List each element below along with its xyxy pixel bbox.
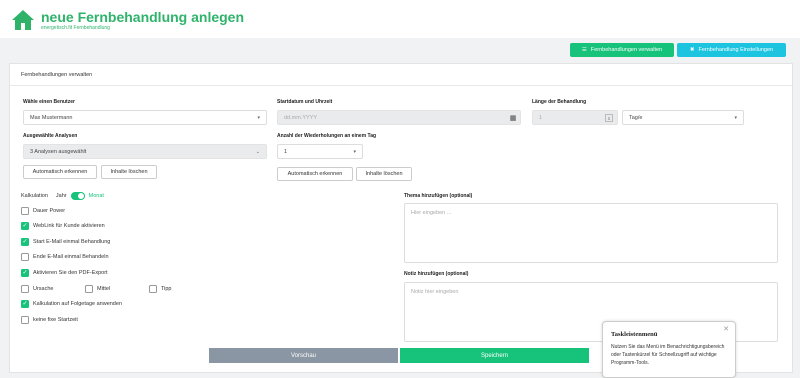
repeat-label: Anzahl der Wiederholungen an einem Tag [277, 133, 377, 139]
calendar-icon[interactable]: ▦ [506, 111, 520, 124]
analyses-select[interactable]: 3 Analysen ausgewählt ⌄ [23, 144, 267, 159]
close-icon[interactable]: ✕ [723, 325, 729, 333]
checkbox-mittel[interactable]: Mittel [85, 285, 110, 293]
toggle-right-label: Monat [88, 193, 104, 199]
home-logo-icon [12, 10, 34, 30]
checkbox-end-email[interactable]: Ende E-Mail einmal Behandeln [21, 253, 109, 261]
checkbox-pdf-export[interactable]: ✓ Aktivieren Sie den PDF-Export [21, 269, 108, 277]
length-input[interactable]: 1 ⇕ [532, 110, 618, 125]
save-button[interactable]: Speichern [400, 348, 589, 363]
checkbox-icon[interactable] [149, 285, 157, 293]
checkbox-keine-startzeit[interactable]: keine fixe Startzeit [21, 316, 78, 324]
user-label: Wähle einen Benutzer [23, 99, 75, 105]
note-label: Notiz hinzufügen (optional) [404, 271, 469, 277]
taskbar-menu-tooltip: ✕ Taskleistenmenü Nutzen Sie das Menü im… [602, 321, 736, 378]
caret-icon: ▾ [257, 115, 260, 121]
analyses-clear-button[interactable]: Inhalte löschen [101, 165, 157, 179]
length-unit-select[interactable]: Tag/e ▾ [622, 110, 744, 125]
start-label: Startdatum und Uhrzeit [277, 99, 333, 105]
checkbox-icon[interactable] [21, 285, 29, 293]
checkbox-tipp[interactable]: Tipp [149, 285, 172, 293]
checkbox-ursache[interactable]: Ursache [21, 285, 53, 293]
card-title: Fernbehandlungen verwalten [21, 72, 93, 78]
checkbox-dauer-power[interactable]: Dauer Power [21, 207, 65, 215]
checkbox-folgetage[interactable]: ✓ Kalkulation auf Folgetage anwenden [21, 300, 122, 308]
checkbox-icon[interactable] [21, 316, 29, 324]
toggle-left-label: Jahr [55, 193, 67, 199]
checkbox-checked-icon[interactable]: ✓ [21, 269, 29, 277]
caret-icon: ▾ [734, 115, 737, 121]
caret-icon: ▾ [353, 149, 356, 155]
repeat-clear-button[interactable]: Inhalte löschen [356, 167, 412, 181]
calculation-toggle[interactable] [70, 192, 85, 200]
user-select[interactable]: Max Mustermann ▾ [23, 110, 267, 125]
start-date-input[interactable]: dd.mm.YYYY ▦ [277, 110, 521, 125]
topic-label: Thema hinzufügen (optional) [404, 193, 473, 199]
tools-icon: ✖ [689, 47, 695, 53]
page-title: neue Fernbehandlung anlegen [41, 9, 245, 25]
checkbox-icon[interactable] [21, 207, 29, 215]
card-header: Fernbehandlungen verwalten [10, 64, 792, 86]
repeat-auto-detect-button[interactable]: Automatisch erkennen [277, 167, 353, 181]
checkbox-checked-icon[interactable]: ✓ [21, 238, 29, 246]
chevron-down-icon: ⌄ [255, 149, 260, 155]
checkbox-weblink[interactable]: ✓ WebLink für Kunde aktivieren [21, 222, 105, 230]
analyses-label: Ausgewählte Analysen [23, 133, 78, 139]
manage-remote-treatments-button[interactable]: ☰ Fernbehandlungen verwalten [570, 43, 674, 57]
tooltip-title: Taskleistenmenü [611, 331, 658, 338]
calculation-label: Kalkulation [21, 193, 48, 199]
list-icon: ☰ [581, 47, 587, 53]
checkbox-checked-icon[interactable]: ✓ [21, 222, 29, 230]
checkbox-checked-icon[interactable]: ✓ [21, 300, 29, 308]
remote-treatment-settings-button[interactable]: ✖ Fernbehandlung Einstellungen [677, 43, 786, 57]
checkbox-start-email[interactable]: ✓ Start E-Mail einmal Behandlung [21, 238, 110, 246]
checkbox-icon[interactable] [21, 253, 29, 261]
analyses-auto-detect-button[interactable]: Automatisch erkennen [23, 165, 97, 179]
spinner-icon[interactable]: ⇕ [605, 114, 613, 122]
topic-textarea[interactable]: Hier eingeben ... [404, 203, 778, 263]
tooltip-text: Nutzen Sie das Menü im Benachrichtigungs… [611, 344, 725, 366]
page-subtitle: energetisch.fit Fernbehandlung [41, 25, 110, 31]
checkbox-icon[interactable] [85, 285, 93, 293]
length-label: Länge der Behandlung [532, 99, 587, 105]
repeat-select[interactable]: 1 ▾ [277, 144, 363, 159]
preview-button[interactable]: Vorschau [209, 348, 398, 363]
app-header: neue Fernbehandlung anlegen energetisch.… [0, 0, 800, 38]
calculation-toggle-row: Kalkulation Jahr Monat [21, 192, 104, 200]
